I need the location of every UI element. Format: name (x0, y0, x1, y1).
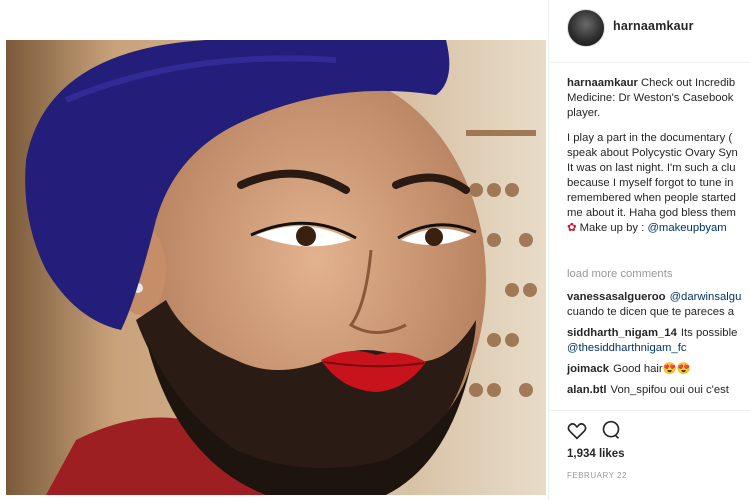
divider (549, 410, 750, 411)
post-header: harnaamkaur (549, 0, 750, 63)
post-date: FEBRUARY 22 (567, 471, 627, 480)
caption-line-3: player. (567, 107, 601, 119)
post-photo[interactable] (6, 40, 546, 495)
comment-username[interactable]: siddharth_nigam_14 (567, 327, 677, 339)
comment: joimack Good hair😍😍 (567, 362, 750, 377)
comments-list: vanessasalgueroo @darwinsalgu cuando te d… (567, 290, 750, 404)
comment-text: Its possible (680, 327, 738, 339)
flower-emoji-icon: ✿ (567, 222, 577, 234)
post-sidebar: harnaamkaur harnaamkaur Check out Incredi… (548, 0, 750, 500)
caption-line-1: Check out Incredib (640, 77, 736, 89)
caption-para2-line-5: remembered when people started (567, 192, 736, 204)
load-more-comments-link[interactable]: load more comments (567, 268, 672, 280)
caption-para2-line-3: It was on last night. I'm such a clu (567, 162, 736, 174)
avatar[interactable] (567, 9, 605, 47)
caption-username[interactable]: harnaamkaur (567, 77, 638, 89)
comment: alan.btl Von_spifou oui oui c'est (567, 383, 750, 398)
makeup-artist-mention[interactable]: @makeupbyam (647, 222, 726, 234)
heart-icon[interactable] (567, 422, 587, 445)
comment: vanessasalgueroo @darwinsalgu cuando te d… (567, 290, 750, 320)
comment-username[interactable]: joimack (567, 363, 609, 375)
comment-mention[interactable]: @thesiddharthnigam_fc (567, 341, 750, 356)
caption-para2-line-6: me about it. Haha god bless them (567, 207, 736, 219)
caption-line-2: Medicine: Dr Weston's Casebook (567, 92, 734, 104)
caption: harnaamkaur Check out Incredib Medicine: … (567, 76, 750, 246)
caption-para2-line-4: because I myself forgot to tune in (567, 177, 734, 189)
comment-icon[interactable] (601, 420, 621, 445)
makeup-credit-label: Make up by : (579, 222, 648, 234)
comment-text: Good hair😍😍 (613, 363, 691, 375)
instagram-post: harnaamkaur harnaamkaur Check out Incredi… (0, 0, 750, 500)
caption-para2-line-2: speak about Polycystic Ovary Syn (567, 147, 738, 159)
portrait-image (6, 40, 546, 495)
comment-username[interactable]: alan.btl (567, 384, 607, 396)
comment-mention[interactable]: @darwinsalgu (670, 291, 742, 303)
comment-text: cuando te dicen que te pareces a (567, 306, 735, 318)
comment-text: Von_spifou oui oui c'est (610, 384, 729, 396)
comment: siddharth_nigam_14 Its possible @thesiddh… (567, 326, 750, 356)
action-bar (567, 420, 631, 442)
caption-para2-line-1: I play a part in the documentary ( (567, 132, 733, 144)
header-username[interactable]: harnaamkaur (613, 19, 694, 33)
likes-count[interactable]: 1,934 likes (567, 448, 625, 460)
comment-username[interactable]: vanessasalgueroo (567, 291, 666, 303)
